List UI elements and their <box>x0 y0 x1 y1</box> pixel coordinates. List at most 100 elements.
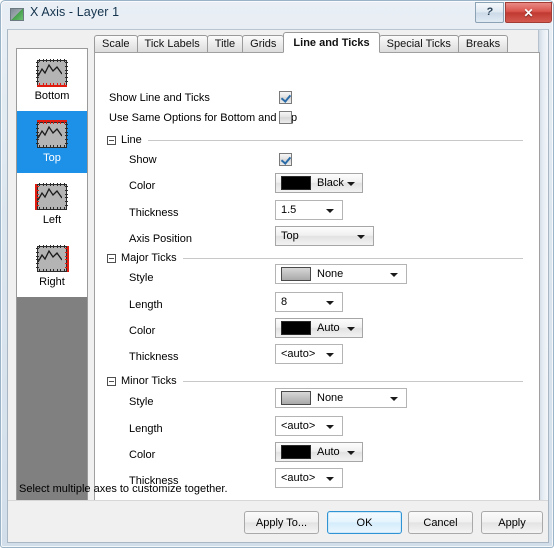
cancel-button[interactable]: Cancel <box>408 511 473 534</box>
chevron-down-icon <box>326 425 334 429</box>
line-thickness-combo[interactable]: 1.5 <box>275 200 343 220</box>
chevron-down-icon <box>326 209 334 213</box>
group-divider <box>147 139 523 141</box>
window-title: X Axis - Layer 1 <box>30 5 120 19</box>
tab-line-and-ticks[interactable]: Line and Ticks <box>283 32 380 53</box>
show-line-and-ticks-label: Show Line and Ticks <box>109 92 210 104</box>
minor-length-combo[interactable]: <auto> <box>275 416 343 436</box>
ok-button[interactable]: OK <box>327 511 402 534</box>
chevron-down-icon <box>347 451 355 455</box>
title-bar: X Axis - Layer 1 ? ✕ <box>1 1 554 29</box>
collapse-icon[interactable] <box>107 376 116 386</box>
tick-style-swatch <box>281 267 311 281</box>
major-thickness-label: Thickness <box>129 351 179 363</box>
row-major-style: Style <box>129 269 153 287</box>
line-color-combo[interactable]: Black <box>275 173 363 193</box>
line-thickness-label: Thickness <box>129 207 179 219</box>
major-color-combo[interactable]: Auto <box>275 318 363 338</box>
axis-position-label: Axis Position <box>129 233 192 245</box>
close-icon[interactable]: ✕ <box>505 2 552 23</box>
tab-breaks[interactable]: Breaks <box>457 35 509 53</box>
collapse-icon[interactable] <box>107 135 116 145</box>
tab-special-ticks[interactable]: Special Ticks <box>378 35 459 53</box>
major-style-value: None <box>317 268 344 280</box>
line-and-ticks-panel: Show Line and Ticks Use Same Options for… <box>94 52 540 501</box>
row-line-thickness: Thickness <box>129 204 179 222</box>
app-icon <box>10 8 24 21</box>
status-bar: Select multiple axes to customize togeth… <box>8 483 548 542</box>
line-color-label: Color <box>129 180 156 192</box>
row-use-same-options: Use Same Options for Bottom and Top <box>109 109 297 127</box>
axis-position-combo[interactable]: Top <box>275 226 374 246</box>
group-title: Minor Ticks <box>121 375 177 387</box>
axis-list[interactable]: Bottom Top Left Right <box>16 48 88 501</box>
use-same-options-label: Use Same Options for Bottom and Top <box>109 112 298 124</box>
apply-button[interactable]: Apply <box>481 511 543 534</box>
row-minor-color: Color <box>129 446 155 464</box>
tick-style-swatch <box>281 391 311 405</box>
minor-style-label: Style <box>129 396 154 408</box>
axis-right-icon <box>35 244 69 274</box>
major-color-label: Color <box>129 325 156 337</box>
major-color-value: Auto <box>317 322 340 334</box>
line-show-checkbox[interactable] <box>279 153 292 166</box>
apply-to-button[interactable]: Apply To... <box>244 511 319 534</box>
major-length-combo[interactable]: 8 <box>275 292 343 312</box>
sidebar-item-label: Top <box>43 152 61 164</box>
axis-top-icon <box>35 120 69 150</box>
use-same-options-checkbox[interactable] <box>279 111 292 124</box>
minor-color-combo[interactable]: Auto <box>275 442 363 462</box>
line-color-value: Black <box>317 177 344 189</box>
row-major-color: Color <box>129 322 155 340</box>
tab-bar: Scale Tick Labels Title Grids Line and T… <box>94 32 509 53</box>
row-minor-style: Style <box>129 393 153 411</box>
sidebar-item-label: Right <box>39 276 65 288</box>
chevron-down-icon <box>326 301 334 305</box>
tab-tick-labels[interactable]: Tick Labels <box>136 35 208 53</box>
color-swatch <box>281 321 311 335</box>
tab-scale[interactable]: Scale <box>94 35 138 53</box>
row-line-show: Show <box>129 151 157 169</box>
plot-curve-icon <box>38 63 62 77</box>
major-style-label: Style <box>129 272 154 284</box>
minor-color-label: Color <box>129 449 156 461</box>
help-button[interactable]: ? <box>475 2 504 23</box>
sidebar-item-label: Bottom <box>34 90 70 102</box>
sidebar-item-left[interactable]: Left <box>17 173 87 235</box>
row-axis-position: Axis Position <box>129 230 192 248</box>
group-title: Line <box>121 134 142 146</box>
group-divider <box>182 257 523 259</box>
axis-left-icon <box>35 182 69 212</box>
sidebar-item-top[interactable]: Top <box>17 111 87 173</box>
color-swatch <box>281 176 311 190</box>
minor-style-combo[interactable]: None <box>275 388 407 408</box>
minor-thickness-combo[interactable]: <auto> <box>275 468 343 488</box>
tab-title[interactable]: Title <box>206 35 244 53</box>
major-thickness-combo[interactable]: <auto> <box>275 344 343 364</box>
group-header-line[interactable]: Line <box>107 133 523 147</box>
group-header-major-ticks[interactable]: Major Ticks <box>107 251 523 265</box>
major-thickness-value: <auto> <box>281 348 316 360</box>
sidebar-item-bottom[interactable]: Bottom <box>17 49 87 111</box>
row-minor-length: Length <box>129 420 163 438</box>
row-major-length: Length <box>129 296 163 314</box>
chevron-down-icon <box>326 353 334 357</box>
collapse-icon[interactable] <box>107 253 116 263</box>
chevron-down-icon <box>390 397 398 401</box>
group-header-minor-ticks[interactable]: Minor Ticks <box>107 374 523 388</box>
chevron-down-icon <box>357 235 365 239</box>
major-style-combo[interactable]: None <box>275 264 407 284</box>
dialog-window: X Axis - Layer 1 ? ✕ Scale Tick Labels T… <box>0 0 554 548</box>
group-title: Major Ticks <box>121 252 177 264</box>
minor-length-value: <auto> <box>281 420 316 432</box>
tab-grids[interactable]: Grids <box>242 35 285 53</box>
minor-length-label: Length <box>129 423 163 435</box>
row-show-line-and-ticks: Show Line and Ticks <box>109 89 210 107</box>
sidebar-item-right[interactable]: Right <box>17 235 87 297</box>
plot-curve-icon <box>38 249 62 263</box>
axis-position-value: Top <box>281 230 299 242</box>
show-line-and-ticks-checkbox[interactable] <box>279 91 292 104</box>
plot-curve-icon <box>38 125 62 139</box>
group-divider <box>182 380 523 382</box>
line-show-label: Show <box>129 154 157 166</box>
